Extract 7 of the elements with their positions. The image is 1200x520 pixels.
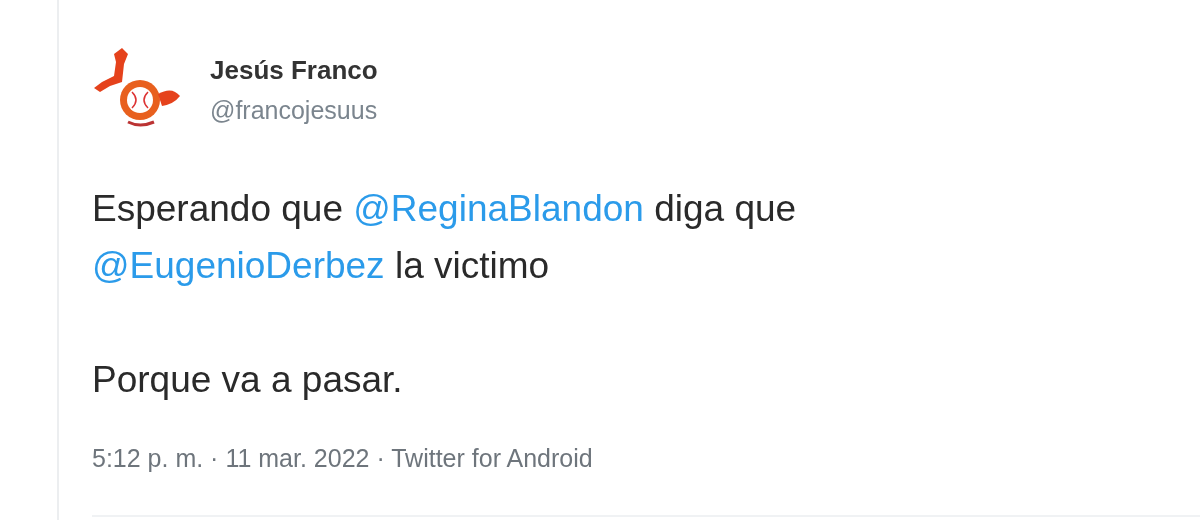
tweet-text: Porque va a pasar. xyxy=(92,358,404,402)
tweet-timestamp: 5:12 p. m. · 11 mar. 2022 · Twitter for Android xyxy=(92,444,594,473)
tweet-text: Esperando que @ReginaBlandon diga que @EugenioDerbez la victimo xyxy=(92,187,798,288)
mention-link[interactable]: @ReginaBlandon xyxy=(353,188,644,229)
author-name[interactable]: Jesús Franco xyxy=(210,55,378,86)
author-handle[interactable]: @francojesuus xyxy=(210,96,378,125)
mention-link[interactable]: @EugenioDerbez xyxy=(92,245,385,286)
